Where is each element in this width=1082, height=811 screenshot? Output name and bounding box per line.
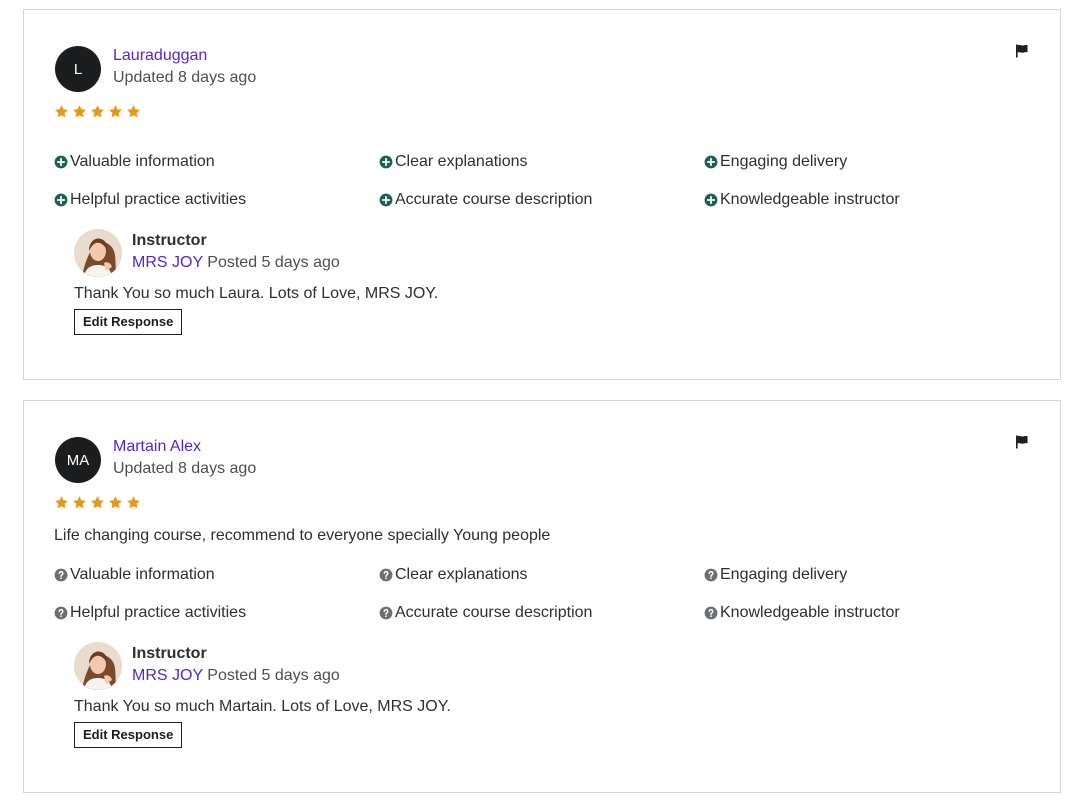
- star-icon: [126, 495, 141, 510]
- response-posted-time: Posted 5 days ago: [207, 667, 340, 684]
- star-icon: [108, 495, 123, 510]
- response-text: Thank You so much Laura. Lots of Love, M…: [74, 285, 439, 302]
- response-text: Thank You so much Martain. Lots of Love,…: [74, 698, 451, 715]
- question-circle-icon: [379, 606, 393, 620]
- star-icon: [90, 495, 105, 510]
- star-icon: [90, 104, 105, 119]
- plus-circle-icon: [54, 155, 68, 169]
- feedback-item: Valuable information: [54, 566, 215, 584]
- star-icon: [72, 495, 87, 510]
- star-icon: [108, 104, 123, 119]
- question-circle-icon: [704, 606, 718, 620]
- feedback-item: Engaging delivery: [704, 566, 847, 584]
- plus-circle-icon: [704, 155, 718, 169]
- response-posted-time: Posted 5 days ago: [207, 254, 340, 271]
- feedback-label: Clear explanations: [395, 153, 528, 170]
- response-meta: MRS JOY Posted 5 days ago: [132, 254, 340, 272]
- question-circle-icon: [54, 606, 68, 620]
- plus-circle-icon: [379, 155, 393, 169]
- star-icon: [54, 104, 69, 119]
- plus-circle-icon: [379, 193, 393, 207]
- review-updated-time: Updated 8 days ago: [113, 69, 257, 86]
- feedback-label: Helpful practice activities: [70, 604, 247, 621]
- review-card: L Lauraduggan Updated 8 days ago Valuabl…: [23, 9, 1061, 380]
- feedback-item: Helpful practice activities: [54, 191, 246, 209]
- plus-circle-icon: [704, 193, 718, 207]
- review-updated-time: Updated 8 days ago: [113, 460, 257, 477]
- feedback-label: Helpful practice activities: [70, 191, 247, 208]
- reviewer-name-link[interactable]: Martain Alex: [113, 438, 201, 456]
- review-text: Life changing course, recommend to every…: [54, 527, 551, 544]
- feedback-item: Clear explanations: [379, 566, 528, 584]
- question-circle-icon: [54, 568, 68, 582]
- feedback-item: Knowledgeable instructor: [704, 191, 900, 209]
- feedback-item: Helpful practice activities: [54, 604, 246, 622]
- avatar: L: [55, 46, 101, 92]
- feedback-item: Knowledgeable instructor: [704, 604, 900, 622]
- edit-response-button[interactable]: Edit Response: [74, 722, 183, 748]
- feedback-item: Clear explanations: [379, 153, 528, 171]
- star-rating: [54, 104, 141, 119]
- instructor-name-link[interactable]: MRS JOY: [132, 667, 203, 684]
- response-role: Instructor: [132, 232, 207, 249]
- reviewer-name-link[interactable]: Lauraduggan: [113, 47, 207, 65]
- instructor-avatar: [74, 642, 122, 690]
- feedback-label: Valuable information: [70, 153, 215, 170]
- instructor-name-link[interactable]: MRS JOY: [132, 254, 203, 271]
- avatar: MA: [55, 437, 101, 483]
- feedback-label: Engaging delivery: [720, 153, 848, 170]
- feedback-label: Knowledgeable instructor: [720, 191, 900, 208]
- instructor-avatar: [74, 229, 122, 277]
- star-icon: [126, 104, 141, 119]
- feedback-item: Valuable information: [54, 153, 215, 171]
- star-icon: [72, 104, 87, 119]
- flag-icon[interactable]: [1014, 434, 1030, 450]
- response-meta: MRS JOY Posted 5 days ago: [132, 667, 340, 685]
- response-role: Instructor: [132, 645, 207, 662]
- question-circle-icon: [704, 568, 718, 582]
- flag-icon[interactable]: [1014, 43, 1030, 59]
- plus-circle-icon: [54, 193, 68, 207]
- feedback-item: Accurate course description: [379, 604, 592, 622]
- feedback-label: Knowledgeable instructor: [720, 604, 900, 621]
- feedback-label: Accurate course description: [395, 191, 593, 208]
- feedback-label: Engaging delivery: [720, 566, 848, 583]
- edit-response-button[interactable]: Edit Response: [74, 309, 183, 335]
- star-icon: [54, 495, 69, 510]
- review-card: MA Martain Alex Updated 8 days ago Life …: [23, 400, 1061, 793]
- feedback-item: Engaging delivery: [704, 153, 847, 171]
- star-rating: [54, 495, 141, 510]
- feedback-label: Valuable information: [70, 566, 215, 583]
- feedback-label: Accurate course description: [395, 604, 593, 621]
- feedback-label: Clear explanations: [395, 566, 528, 583]
- question-circle-icon: [379, 568, 393, 582]
- feedback-item: Accurate course description: [379, 191, 592, 209]
